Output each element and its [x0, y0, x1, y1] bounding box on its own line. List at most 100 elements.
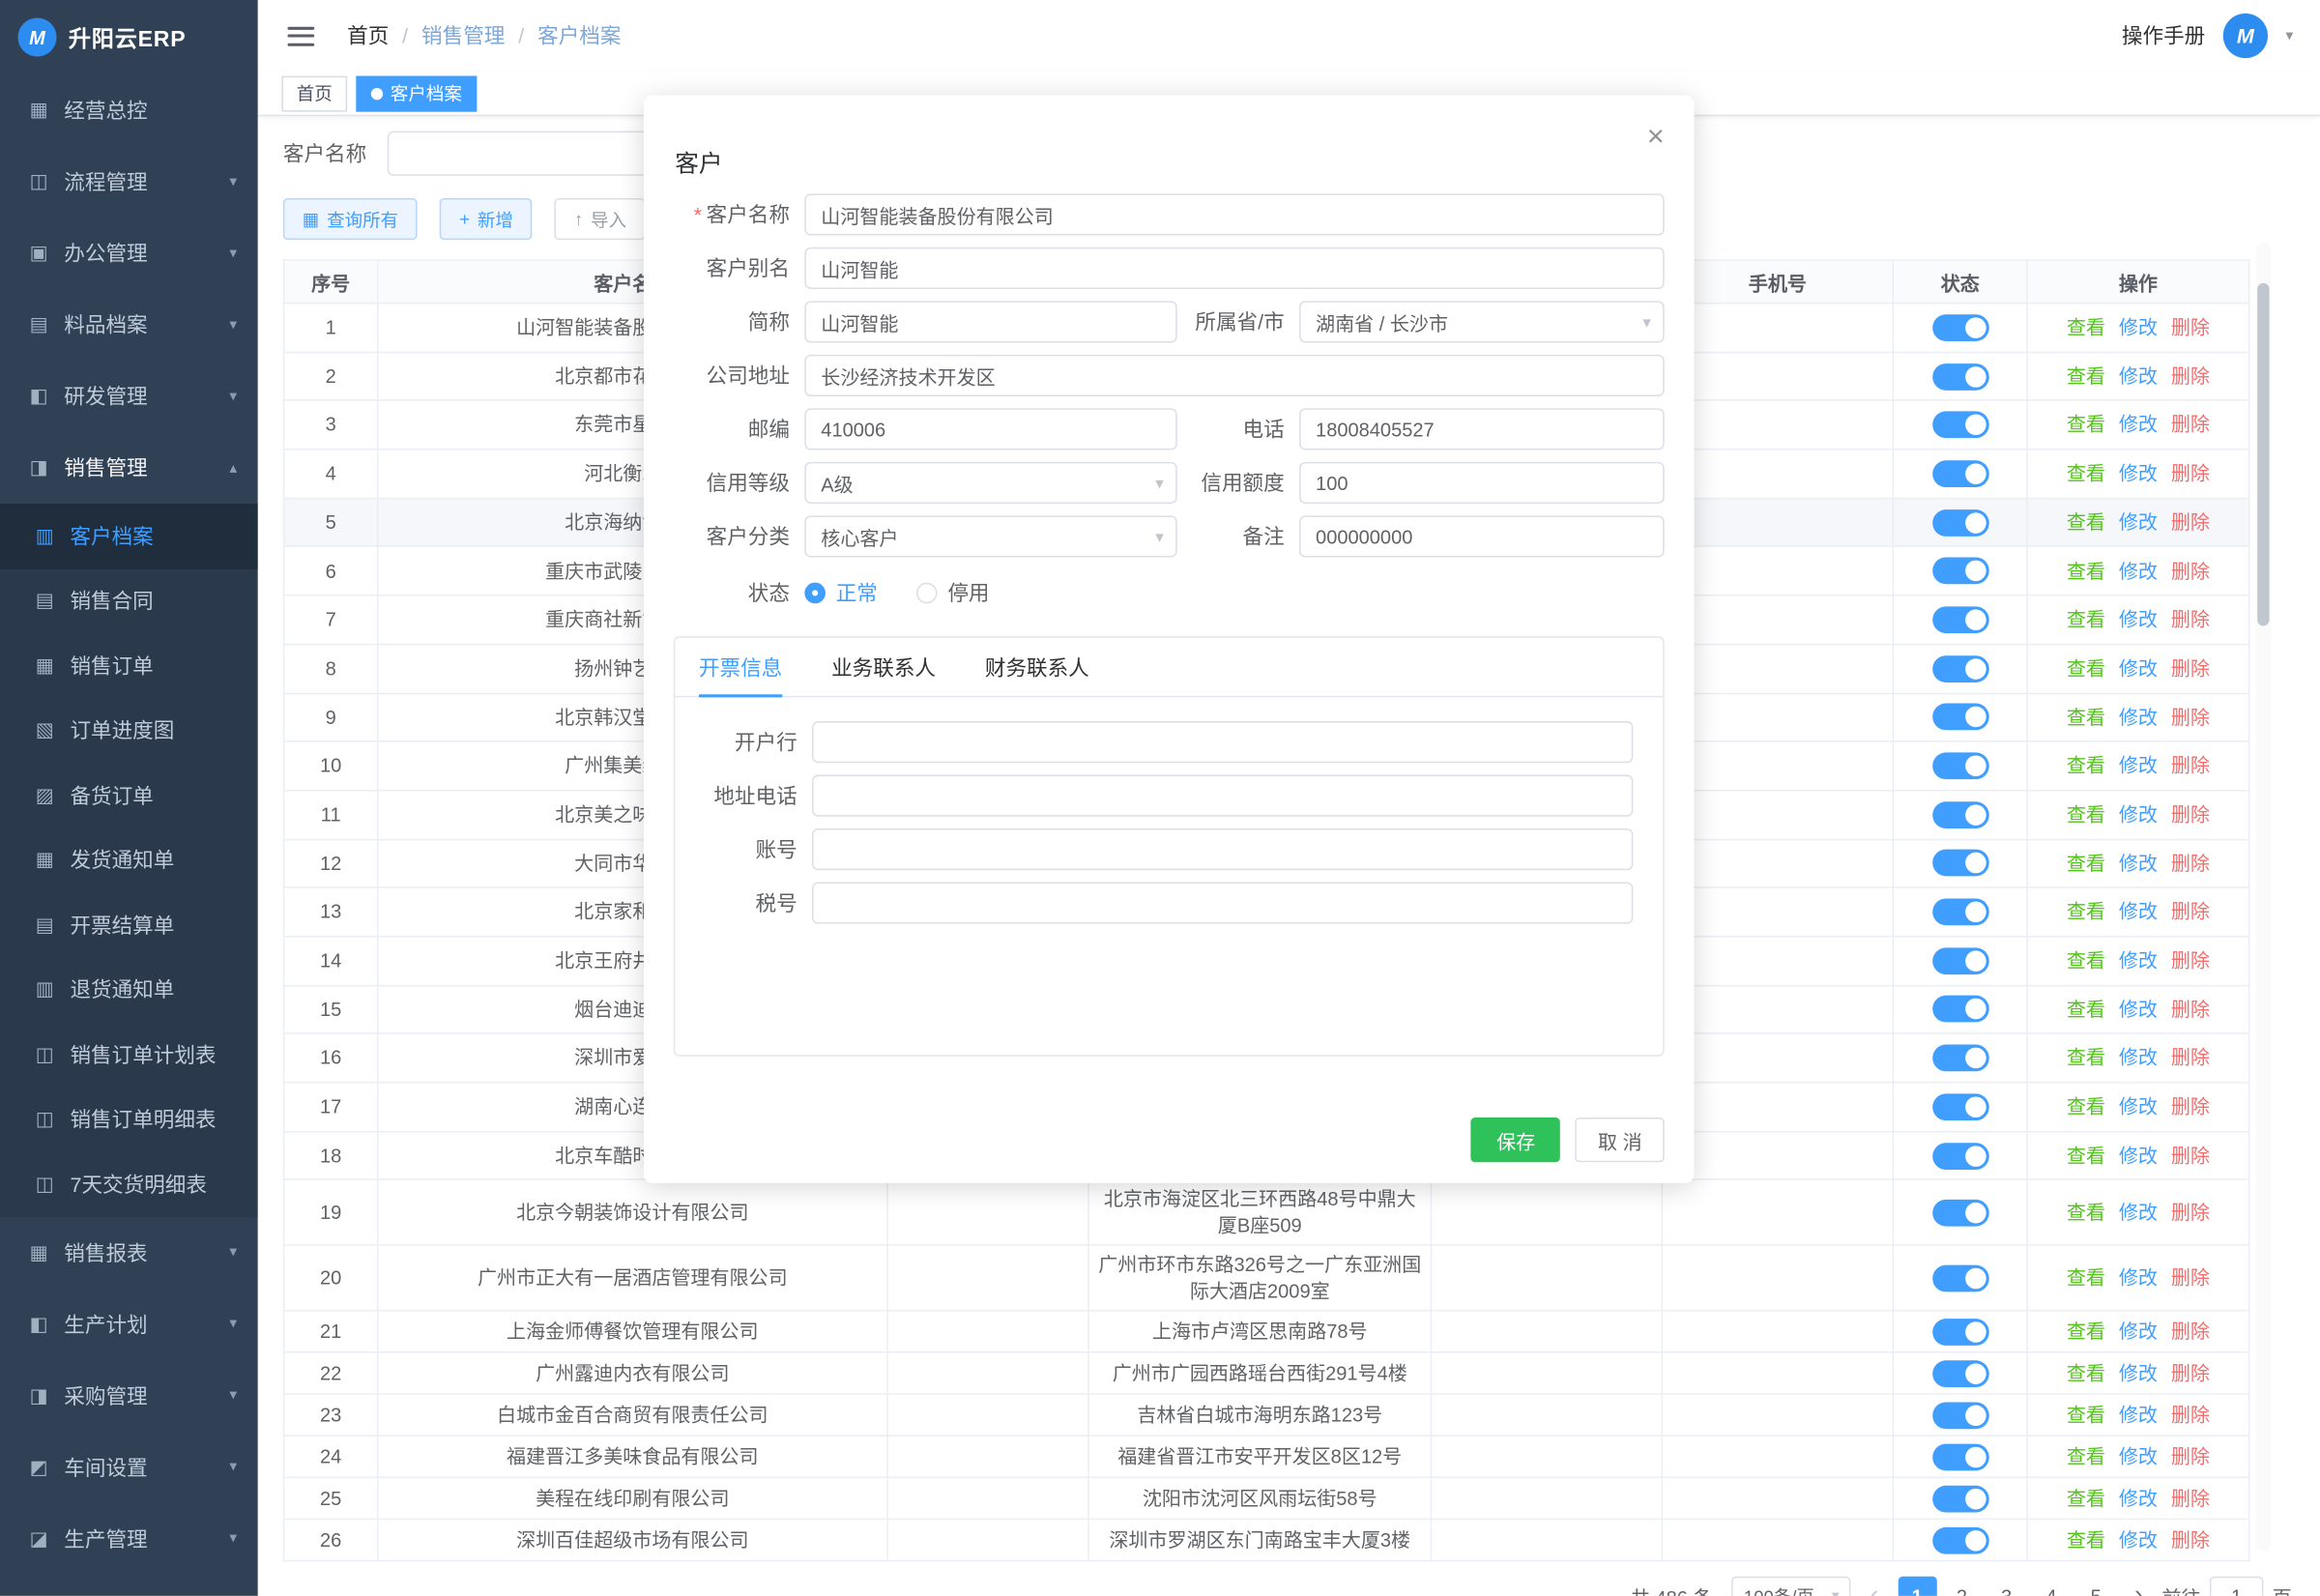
delete-link[interactable]: 删除 — [2171, 314, 2210, 340]
view-link[interactable]: 查看 — [2067, 314, 2105, 340]
menu-item[interactable]: ◧ 研发管理 ▾ — [0, 361, 258, 432]
edit-link[interactable]: 修改 — [2119, 899, 2158, 925]
edit-link[interactable]: 修改 — [2119, 1093, 2158, 1119]
region-select[interactable]: 湖南省 / 长沙市 ▾ — [1299, 301, 1665, 342]
submenu-item[interactable]: ◫ 销售订单明细表 — [0, 1087, 258, 1151]
delete-link[interactable]: 删除 — [2171, 1360, 2210, 1386]
status-toggle[interactable] — [1931, 1045, 1988, 1072]
submenu-item[interactable]: ▨ 备货订单 — [0, 763, 258, 827]
menu-item[interactable]: ▦ 经营总控 ▾ — [0, 74, 258, 146]
submenu-item[interactable]: ▦ 发货通知单 — [0, 827, 258, 892]
edit-link[interactable]: 修改 — [2119, 1360, 2158, 1386]
view-link[interactable]: 查看 — [2067, 1200, 2105, 1226]
edit-link[interactable]: 修改 — [2119, 655, 2158, 682]
save-button[interactable]: 保存 — [1471, 1117, 1561, 1162]
status-toggle[interactable] — [1931, 1486, 1988, 1513]
delete-link[interactable]: 删除 — [2171, 947, 2210, 973]
status-toggle[interactable] — [1931, 655, 1988, 682]
view-link[interactable]: 查看 — [2067, 1444, 2105, 1470]
delete-link[interactable]: 删除 — [2171, 460, 2210, 486]
view-link[interactable]: 查看 — [2067, 801, 2105, 827]
menu-item[interactable]: ◩ 车间设置 ▾ — [0, 1432, 258, 1503]
manual-link[interactable]: 操作手册 — [2122, 21, 2205, 51]
delete-link[interactable]: 删除 — [2171, 1403, 2210, 1429]
view-tab[interactable]: 首页 — [281, 75, 347, 111]
edit-link[interactable]: 修改 — [2119, 753, 2158, 779]
view-link[interactable]: 查看 — [2067, 1403, 2105, 1429]
status-toggle[interactable] — [1931, 801, 1988, 828]
delete-link[interactable]: 删除 — [2171, 607, 2210, 633]
view-link[interactable]: 查看 — [2067, 753, 2105, 779]
view-link[interactable]: 查看 — [2067, 997, 2105, 1023]
next-page-button[interactable]: › — [2134, 1584, 2142, 1596]
status-toggle[interactable] — [1931, 947, 1988, 974]
view-link[interactable]: 查看 — [2067, 1319, 2105, 1345]
view-link[interactable]: 查看 — [2067, 1045, 2105, 1071]
delete-link[interactable]: 删除 — [2171, 1319, 2210, 1345]
edit-link[interactable]: 修改 — [2119, 1143, 2158, 1169]
breadcrumb-home[interactable]: 首页 — [347, 21, 389, 51]
remark-input[interactable] — [1299, 515, 1665, 557]
delete-link[interactable]: 删除 — [2171, 412, 2210, 438]
status-toggle[interactable] — [1931, 509, 1988, 537]
view-link[interactable]: 查看 — [2067, 607, 2105, 633]
delete-link[interactable]: 删除 — [2171, 1200, 2210, 1226]
edit-link[interactable]: 修改 — [2119, 460, 2158, 486]
submenu-item[interactable]: ◫ 销售订单计划表 — [0, 1022, 258, 1087]
dialog-tab[interactable]: 财务联系人 — [985, 638, 1089, 696]
scrollbar-thumb[interactable] — [2257, 283, 2269, 626]
status-toggle[interactable] — [1931, 1360, 1988, 1387]
status-toggle[interactable] — [1931, 899, 1988, 926]
delete-link[interactable]: 删除 — [2171, 899, 2210, 925]
submenu-item[interactable]: ▤ 销售合同 — [0, 568, 258, 633]
status-disabled-radio[interactable]: 停用 — [916, 578, 990, 608]
edit-link[interactable]: 修改 — [2119, 997, 2158, 1023]
user-avatar[interactable]: M — [2223, 14, 2268, 58]
submenu-item[interactable]: ▥ 退货通知单 — [0, 957, 258, 1022]
status-toggle[interactable] — [1931, 606, 1988, 633]
status-toggle[interactable] — [1931, 460, 1988, 487]
status-toggle[interactable] — [1931, 314, 1988, 341]
delete-link[interactable]: 删除 — [2171, 997, 2210, 1023]
status-toggle[interactable] — [1931, 1264, 1988, 1291]
edit-link[interactable]: 修改 — [2119, 851, 2158, 877]
customer-name-input[interactable] — [804, 193, 1664, 235]
edit-link[interactable]: 修改 — [2119, 607, 2158, 633]
status-toggle[interactable] — [1931, 752, 1988, 779]
status-toggle[interactable] — [1931, 1319, 1988, 1346]
delete-link[interactable]: 删除 — [2171, 851, 2210, 877]
delete-link[interactable]: 删除 — [2171, 509, 2210, 536]
delete-link[interactable]: 删除 — [2171, 363, 2210, 390]
page-number[interactable]: 3 — [1987, 1577, 2026, 1595]
menu-item[interactable]: ◧ 生产计划 ▾ — [0, 1289, 258, 1360]
page-number[interactable]: 2 — [1942, 1577, 1981, 1595]
view-link[interactable]: 查看 — [2067, 1265, 2105, 1291]
view-link[interactable]: 查看 — [2067, 1527, 2105, 1553]
delete-link[interactable]: 删除 — [2171, 558, 2210, 584]
telephone-input[interactable] — [1299, 408, 1665, 450]
edit-link[interactable]: 修改 — [2119, 704, 2158, 730]
edit-link[interactable]: 修改 — [2119, 801, 2158, 827]
status-toggle[interactable] — [1931, 1093, 1988, 1120]
delete-link[interactable]: 删除 — [2171, 1444, 2210, 1470]
delete-link[interactable]: 删除 — [2171, 1093, 2210, 1119]
view-link[interactable]: 查看 — [2067, 558, 2105, 584]
status-toggle[interactable] — [1931, 850, 1988, 877]
invoice-field-input[interactable] — [812, 883, 1633, 924]
page-number[interactable]: 4 — [2032, 1577, 2071, 1595]
view-link[interactable]: 查看 — [2067, 704, 2105, 730]
edit-link[interactable]: 修改 — [2119, 314, 2158, 340]
delete-link[interactable]: 删除 — [2171, 753, 2210, 779]
zip-code-input[interactable] — [804, 408, 1176, 450]
delete-link[interactable]: 删除 — [2171, 1143, 2210, 1169]
delete-link[interactable]: 删除 — [2171, 1045, 2210, 1071]
view-link[interactable]: 查看 — [2067, 1093, 2105, 1119]
caret-down-icon[interactable]: ▾ — [2285, 28, 2293, 44]
view-link[interactable]: 查看 — [2067, 947, 2105, 973]
status-toggle[interactable] — [1931, 412, 1988, 439]
edit-link[interactable]: 修改 — [2119, 1200, 2158, 1226]
delete-link[interactable]: 删除 — [2171, 1265, 2210, 1291]
delete-link[interactable]: 删除 — [2171, 801, 2210, 827]
view-tab[interactable]: 客户档案 — [356, 75, 477, 111]
short-name-input[interactable] — [804, 301, 1176, 342]
